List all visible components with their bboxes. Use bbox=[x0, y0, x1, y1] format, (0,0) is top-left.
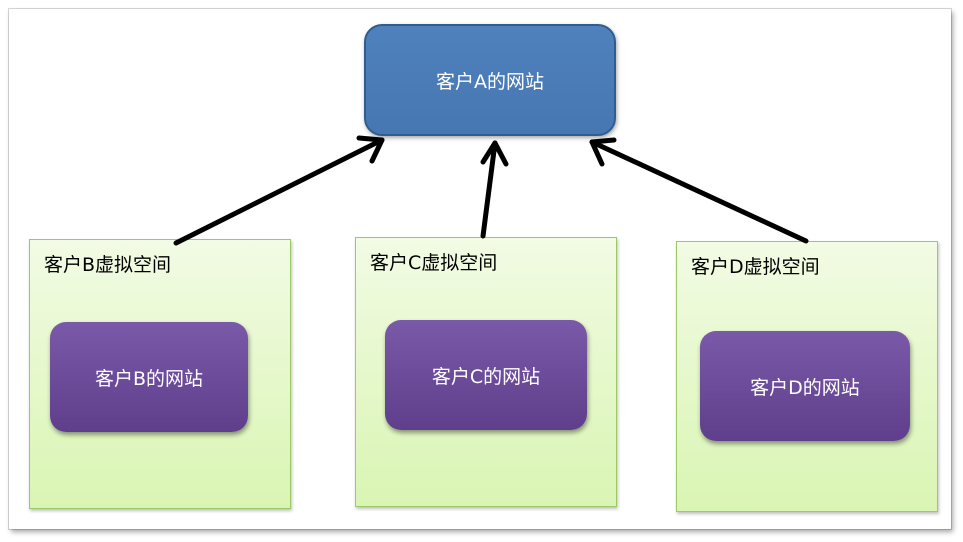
client-a-website-label: 客户A的网站 bbox=[436, 70, 544, 93]
client-b-virtual-space: 客户B虚拟空间 客户B的网站 bbox=[29, 239, 291, 509]
client-d-website-box: 客户D的网站 bbox=[700, 331, 910, 441]
client-b-virtual-space-label: 客户B虚拟空间 bbox=[44, 254, 172, 276]
client-b-website-box: 客户B的网站 bbox=[50, 322, 248, 432]
client-d-virtual-space-label: 客户D虚拟空间 bbox=[691, 256, 820, 278]
client-b-website-label: 客户B的网站 bbox=[94, 367, 204, 390]
client-a-website-box: 客户A的网站 bbox=[364, 24, 616, 136]
client-c-website-box: 客户C的网站 bbox=[385, 320, 587, 430]
client-d-website-label: 客户D的网站 bbox=[750, 376, 860, 399]
client-c-virtual-space: 客户C虚拟空间 客户C的网站 bbox=[355, 237, 617, 507]
client-c-website-label: 客户C的网站 bbox=[431, 365, 541, 388]
client-d-virtual-space: 客户D虚拟空间 客户D的网站 bbox=[676, 241, 938, 512]
client-c-virtual-space-label: 客户C虚拟空间 bbox=[370, 252, 498, 274]
